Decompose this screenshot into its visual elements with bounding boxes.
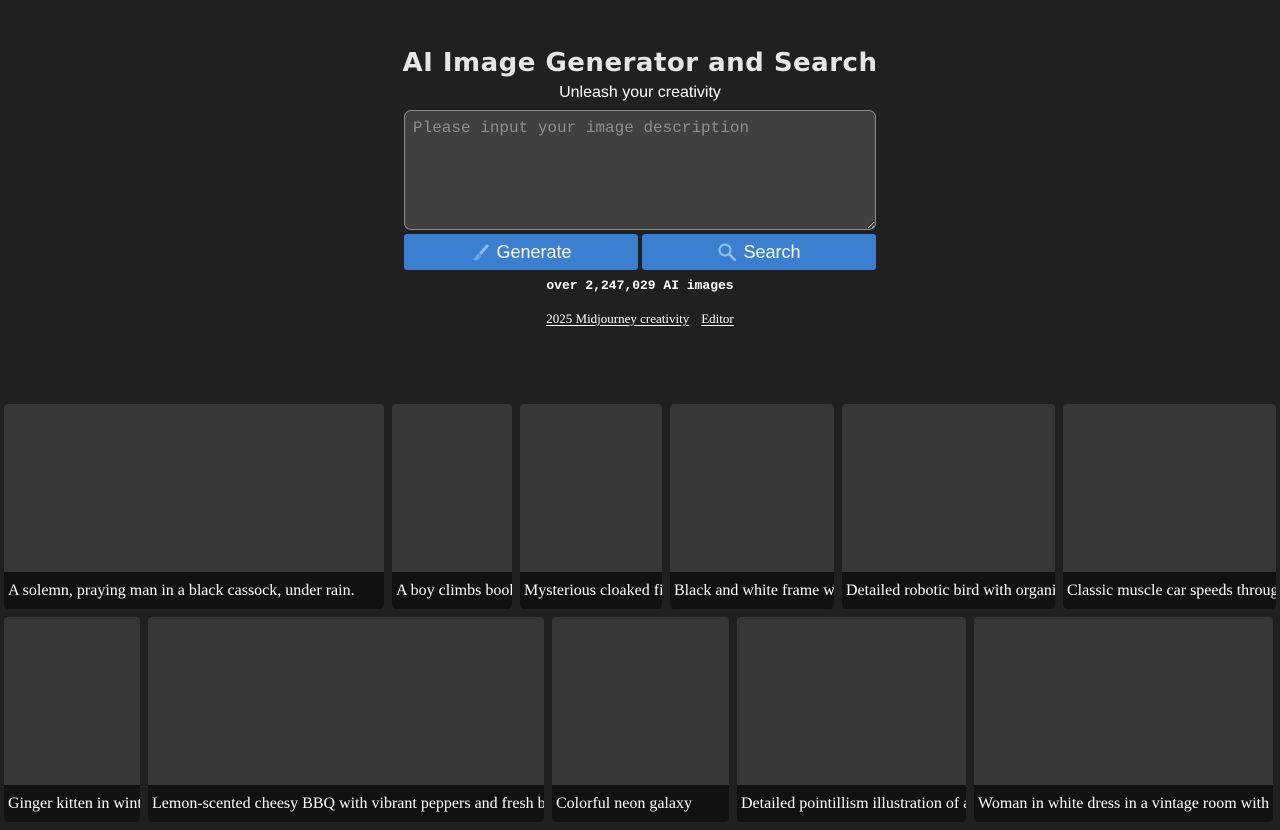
footer-links: 2025 Midjourney creativity Editor xyxy=(546,311,733,327)
search-button[interactable]: Search xyxy=(642,234,876,270)
link-2025-midjourney-creativity[interactable]: 2025 Midjourney creativity xyxy=(546,311,689,327)
generate-button[interactable]: Generate xyxy=(404,234,638,270)
search-label: Search xyxy=(743,241,801,262)
image-caption: Ginger kitten in winter xyxy=(4,785,140,822)
image-card[interactable]: Black and white frame with xyxy=(670,404,834,609)
image-caption: Classic muscle car speeds through xyxy=(1063,572,1276,609)
page-subtitle: Unleash your creativity xyxy=(559,84,721,101)
search-icon xyxy=(717,242,737,262)
image-caption: Detailed robotic bird with organic xyxy=(842,572,1055,609)
image-card[interactable]: A solemn, praying man in a black cassock… xyxy=(4,404,384,609)
image-caption: A boy climbs bookshelves xyxy=(392,572,512,609)
image-card[interactable]: A boy climbs bookshelves xyxy=(392,404,512,609)
image-card[interactable]: Lemon-scented cheesy BBQ with vibrant pe… xyxy=(148,617,544,822)
image-count: over 2,247,029 AI images xyxy=(546,278,734,293)
image-card[interactable]: Classic muscle car speeds through xyxy=(1063,404,1276,609)
generate-label: Generate xyxy=(496,241,572,262)
image-caption: Detailed pointillism illustration of a xyxy=(737,785,966,822)
image-caption: Lemon-scented cheesy BBQ with vibrant pe… xyxy=(148,785,544,822)
image-caption: Colorful neon galaxy xyxy=(552,785,729,822)
image-card[interactable]: Mysterious cloaked figure xyxy=(520,404,662,609)
page-title: AI Image Generator and Search xyxy=(402,48,878,78)
image-description-input[interactable] xyxy=(404,110,876,230)
link-editor[interactable]: Editor xyxy=(701,311,734,327)
image-card[interactable]: Detailed pointillism illustration of a xyxy=(737,617,966,822)
gallery-row-2: Ginger kitten in winter Lemon-scented ch… xyxy=(0,617,1280,822)
image-caption: A solemn, praying man in a black cassock… xyxy=(4,572,384,609)
image-card[interactable]: Ginger kitten in winter xyxy=(4,617,140,822)
image-card[interactable]: Detailed robotic bird with organic xyxy=(842,404,1055,609)
image-caption: Woman in white dress in a vintage room w… xyxy=(974,785,1273,822)
image-card[interactable]: Colorful neon galaxy xyxy=(552,617,729,822)
image-caption: Mysterious cloaked figure xyxy=(520,572,662,609)
gallery-row-1: A solemn, praying man in a black cassock… xyxy=(0,404,1280,609)
image-gallery: A solemn, praying man in a black cassock… xyxy=(0,404,1280,830)
action-buttons: Generate Search xyxy=(404,234,876,270)
image-card[interactable]: Woman in white dress in a vintage room w… xyxy=(974,617,1273,822)
brush-icon xyxy=(470,242,490,262)
header: AI Image Generator and Search Unleash yo… xyxy=(0,0,1280,327)
image-caption: Black and white frame with xyxy=(670,572,834,609)
